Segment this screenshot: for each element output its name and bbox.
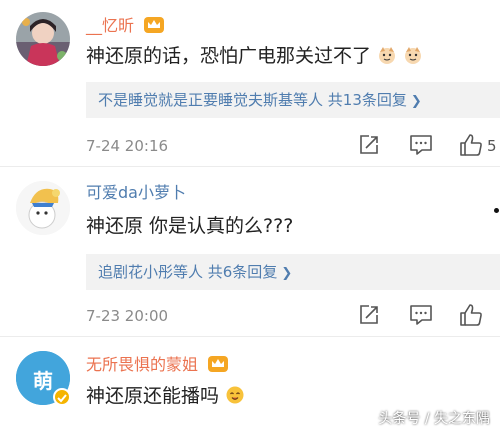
chevron-right-icon: ❯ [410,94,422,109]
reply-summary-link[interactable]: 追剧花小彤等人 共6条回复 ❯ [98,262,292,284]
username-text[interactable]: __忆昕 [86,16,134,35]
comment-item: 萌 无所畏惧的蒙姐 神还原还能播吗 头条号 / 失之东隅 [0,337,500,432]
comment-item: 可爱da小萝卜 神还原 你是认真的么??? 追剧花小彤等人 共6条回复 ❯ 7-2… [0,167,500,335]
reply-summary-box[interactable]: 追剧花小彤等人 共6条回复 ❯ [86,254,500,290]
username[interactable]: 无所畏惧的蒙姐 [86,353,229,378]
username[interactable]: __忆昕 [86,14,165,39]
watermark: 头条号 / 失之东隅 [378,411,490,427]
avatar[interactable] [16,181,70,235]
comment-icon[interactable] [408,133,434,159]
reply-summary-link[interactable]: 不是睡觉就是正要睡觉夫斯基等人 共13条回复 ❯ [98,90,422,112]
username[interactable]: 可爱da小萝卜 [86,183,186,203]
verified-badge-icon [53,388,71,406]
comment-text-content: 神还原还能播吗 [86,385,220,407]
avatar[interactable] [16,12,70,66]
thumbs-up-icon[interactable] [458,302,484,328]
chevron-right-icon: ❯ [281,266,293,281]
comment-text: 神还原的话，恐怕广电那关过不了 [86,43,423,72]
reply-summary-box[interactable]: 不是睡觉就是正要睡觉夫斯基等人 共13条回复 ❯ [86,82,500,118]
thumbs-up-icon[interactable] [458,132,484,158]
avatar-image [16,181,70,235]
comment-text-content: 神还原的话，恐怕广电那关过不了 [86,45,372,67]
comment-item: __忆昕 神还原的话，恐怕广电那关过不了 不是睡觉就是正要睡觉夫斯基等人 共13… [0,0,500,165]
comment-text: 神还原还能播吗 [86,383,245,412]
avatar-image [16,12,70,66]
comment-icon[interactable] [408,303,434,329]
face-emoji-icon [225,385,245,412]
like-count: 5 [487,137,497,155]
username-text[interactable]: 无所畏惧的蒙姐 [86,355,198,374]
share-icon[interactable] [357,133,383,159]
crown-badge-icon [207,353,229,378]
reply-summary-text[interactable]: 不是睡觉就是正要睡觉夫斯基等人 共13条回复 [98,91,407,109]
face-emoji-icon [377,45,397,72]
timestamp: 7-24 20:16 [86,137,169,155]
face-emoji-icon [403,45,423,72]
scroll-dot [494,208,499,213]
timestamp: 7-23 20:00 [86,307,169,325]
share-icon[interactable] [357,303,383,329]
crown-badge-icon [143,14,165,39]
reply-summary-text[interactable]: 追剧花小彤等人 共6条回复 [98,263,277,281]
comment-text: 神还原 你是认真的么??? [86,215,294,237]
